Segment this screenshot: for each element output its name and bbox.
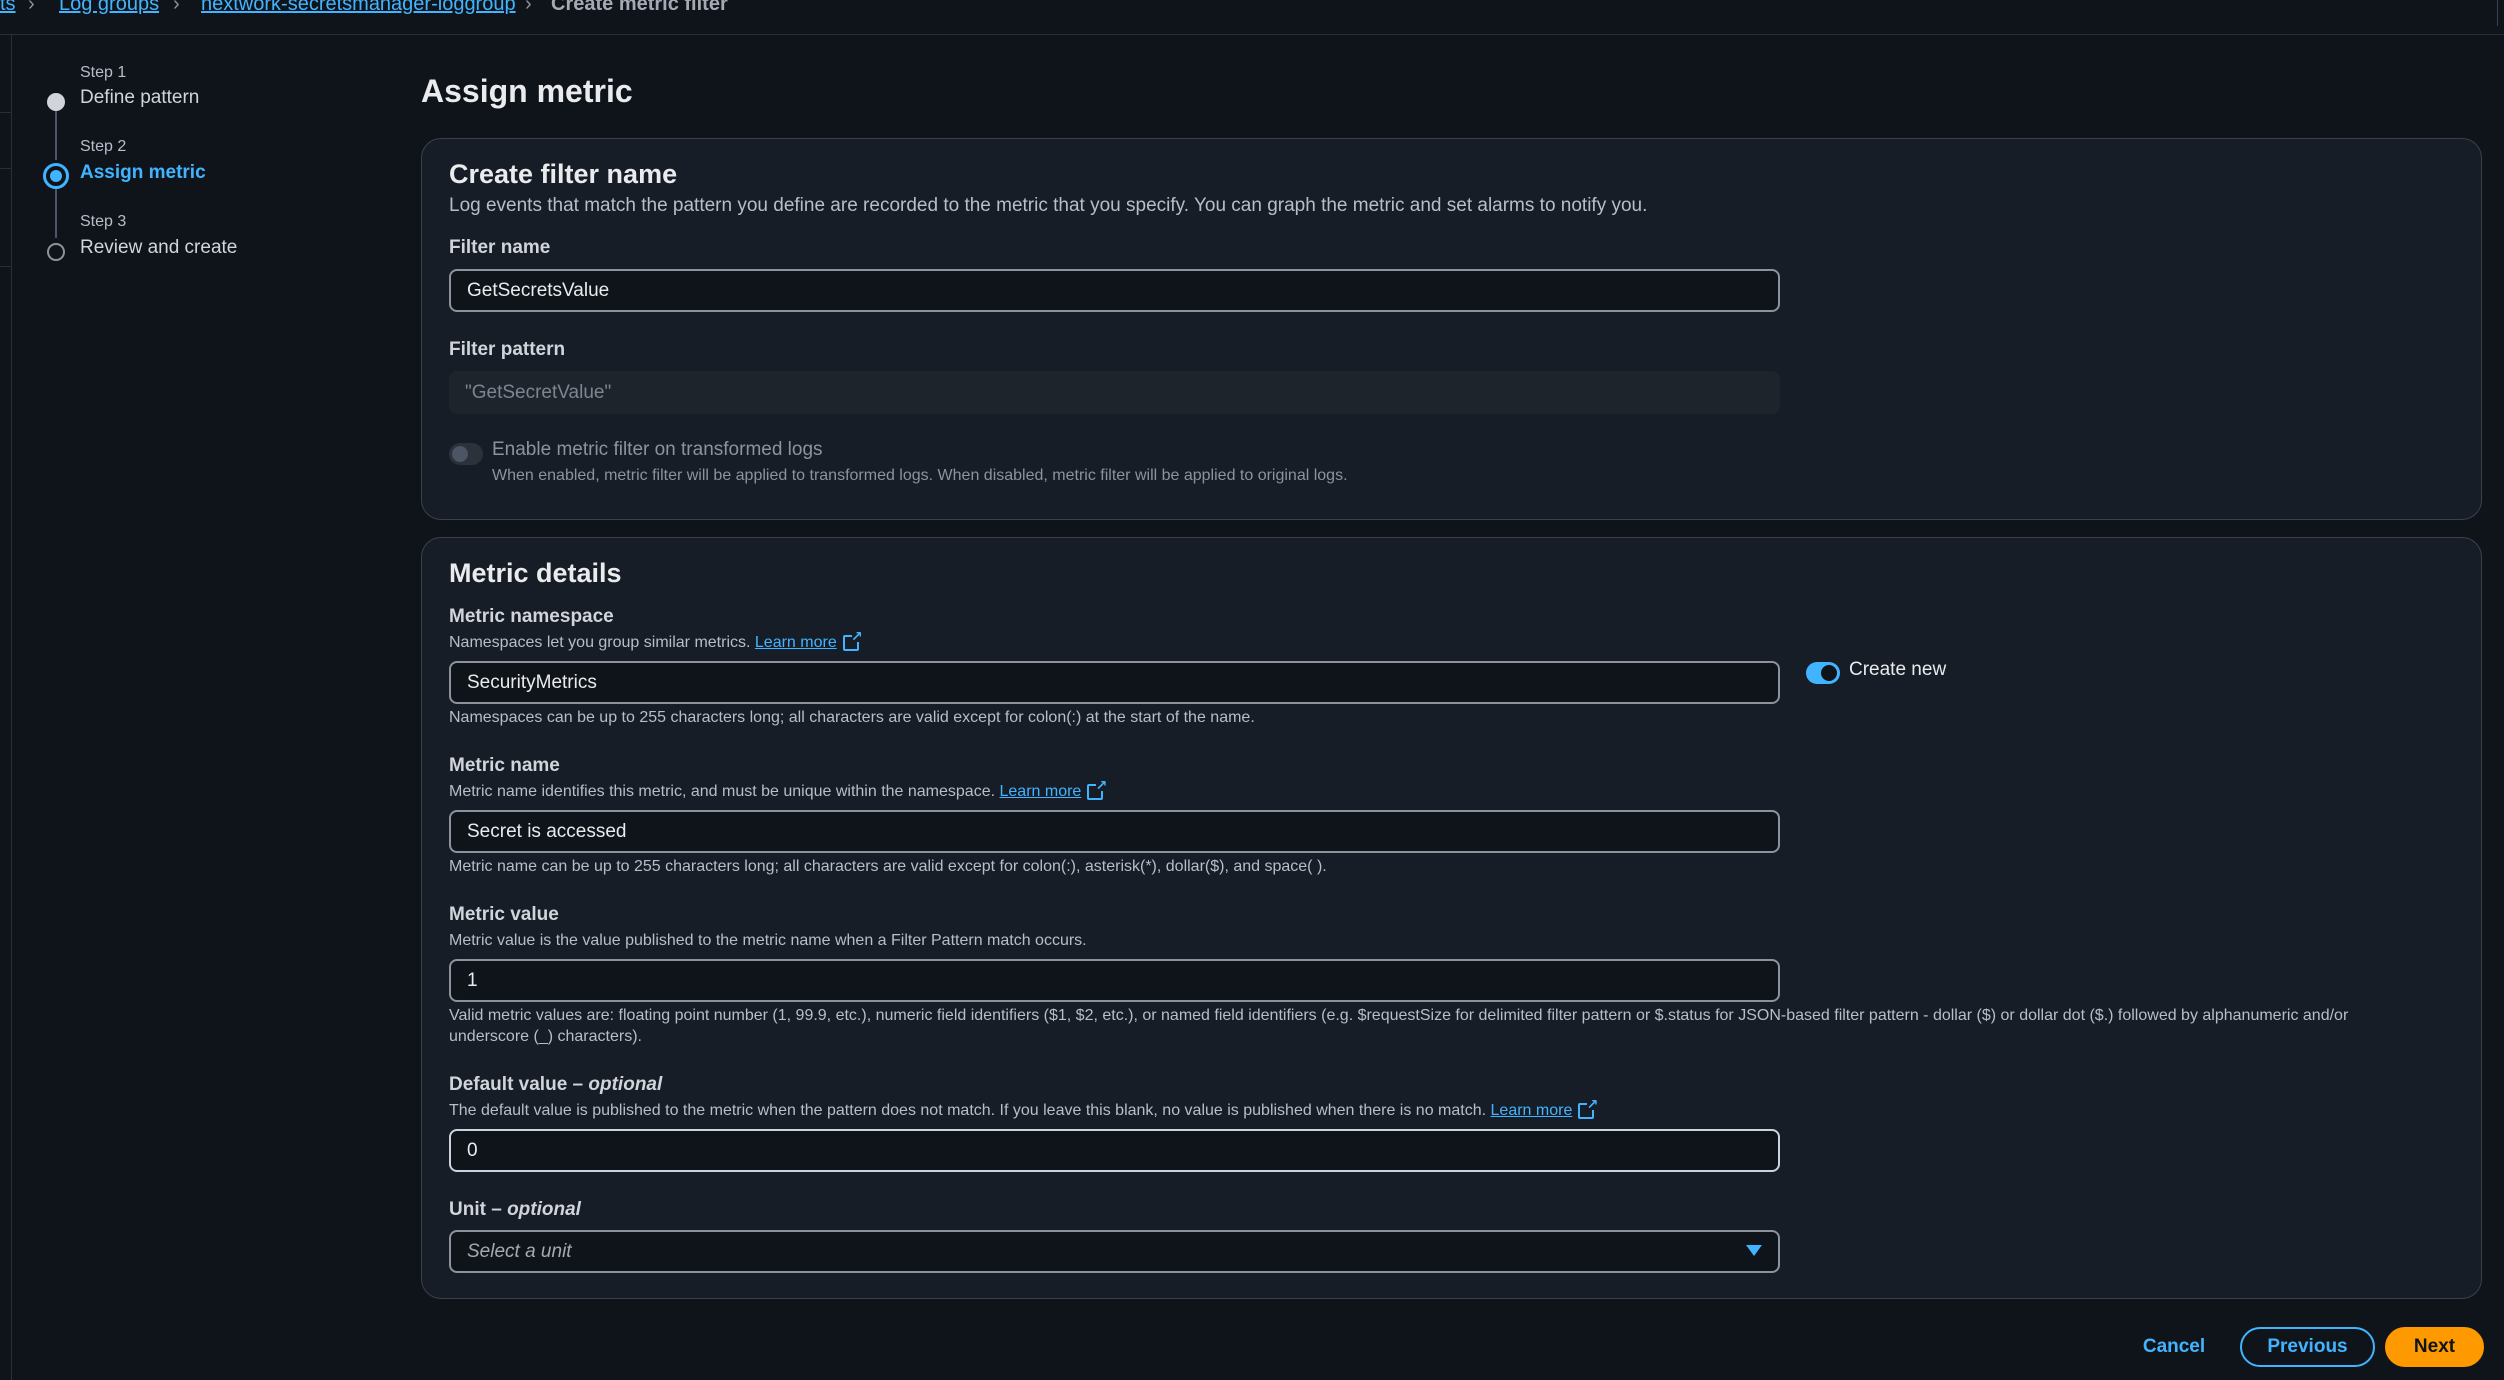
metric-namespace-description: Namespaces let you group similar metrics…	[449, 628, 863, 652]
toggle-knob	[1821, 665, 1837, 681]
default-value-input[interactable]: 0	[449, 1129, 1780, 1172]
transform-toggle[interactable]	[449, 443, 483, 465]
create-new-label[interactable]: Create new	[1849, 659, 1946, 681]
external-link-icon	[842, 628, 863, 651]
unit-select-placeholder: Select a unit	[467, 1241, 572, 1262]
transform-toggle-label: Enable metric filter on transformed logs	[492, 439, 823, 460]
metric-details-panel: Metric details Metric namespace Namespac…	[421, 537, 2482, 1299]
breadcrumb-link-log-group[interactable]: nextwork-secretsmanager-loggroup	[201, 0, 516, 16]
step-1-title[interactable]: Define pattern	[80, 87, 199, 109]
unit-label: Unit – optional	[449, 1199, 581, 1220]
metric-name-label: Metric name	[449, 755, 560, 776]
unit-select[interactable]: Select a unit	[449, 1230, 1780, 1273]
panel-title-filter: Create filter name	[449, 159, 678, 189]
metric-name-description: Metric name identifies this metric, and …	[449, 777, 1107, 801]
page-title: Assign metric	[421, 73, 633, 109]
step-active-icon	[43, 163, 69, 189]
metric-name-learn-more-link[interactable]: Learn more	[1000, 783, 1082, 800]
metric-value-constraint-cont: underscore (_) characters).	[449, 1028, 642, 1045]
external-link-icon	[1578, 1096, 1598, 1119]
cancel-button[interactable]: Cancel	[2124, 1327, 2224, 1367]
step-1-number: Step 1	[80, 64, 127, 81]
breadcrumb-separator-icon: ›	[173, 0, 180, 15]
external-link-icon	[1087, 777, 1107, 800]
filter-name-input[interactable]: GetSecretsValue	[449, 269, 1780, 312]
top-right-control[interactable]	[2497, 0, 2504, 26]
metric-value-description: Metric value is the value published to t…	[449, 932, 1087, 949]
step-connector	[55, 108, 57, 160]
default-value-label: Default value – optional	[449, 1074, 663, 1095]
breadcrumb-link-parent[interactable]: ts	[0, 0, 16, 16]
metric-value-constraint: Valid metric values are: floating point …	[449, 1007, 2349, 1024]
panel-title-metric: Metric details	[449, 558, 622, 588]
side-nav-divider	[0, 266, 11, 267]
filter-pattern-input: "GetSecretValue"	[449, 371, 1780, 414]
filter-pattern-label: Filter pattern	[449, 339, 566, 360]
transform-toggle-help: When enabled, metric filter will be appl…	[492, 467, 1348, 484]
caret-down-icon	[1746, 1245, 1762, 1256]
metric-namespace-label: Metric namespace	[449, 606, 614, 627]
metric-namespace-input[interactable]: SecurityMetrics	[449, 661, 1780, 704]
side-nav-rail	[11, 34, 12, 1380]
metric-value-input[interactable]: 1	[449, 959, 1780, 1002]
side-nav-divider	[0, 112, 11, 113]
step-2-number: Step 2	[80, 138, 127, 155]
side-nav-divider	[0, 168, 11, 169]
filter-name-label: Filter name	[449, 237, 551, 258]
step-3-title: Review and create	[80, 237, 238, 258]
default-value-learn-more-link[interactable]: Learn more	[1491, 1102, 1573, 1119]
breadcrumb-separator-icon: ›	[28, 0, 35, 15]
create-new-toggle[interactable]	[1806, 662, 1840, 684]
step-2-title: Assign metric	[80, 162, 206, 183]
previous-button[interactable]: Previous	[2240, 1327, 2375, 1367]
breadcrumb-separator-icon: ›	[525, 0, 532, 15]
breadcrumb-current: Create metric filter	[551, 0, 728, 15]
default-value-description: The default value is published to the me…	[449, 1096, 1598, 1120]
metric-value-label: Metric value	[449, 904, 559, 925]
step-complete-icon	[47, 93, 65, 111]
step-connector	[55, 186, 57, 238]
namespace-learn-more-link[interactable]: Learn more	[755, 634, 837, 651]
metric-name-constraint: Metric name can be up to 255 characters …	[449, 858, 1327, 875]
step-3-number: Step 3	[80, 213, 127, 230]
filter-name-panel: Create filter name Log events that match…	[421, 138, 2482, 520]
toggle-knob	[452, 446, 468, 462]
metric-name-input[interactable]: Secret is accessed	[449, 810, 1780, 853]
filter-section-description: Log events that match the pattern you de…	[449, 195, 1648, 216]
next-button[interactable]: Next	[2385, 1327, 2484, 1367]
metric-namespace-constraint: Namespaces can be up to 255 characters l…	[449, 709, 1255, 726]
breadcrumb: ts › Log groups › nextwork-secretsmanage…	[0, 0, 2504, 35]
step-pending-icon	[47, 243, 65, 261]
breadcrumb-link-log-groups[interactable]: Log groups	[59, 0, 159, 16]
